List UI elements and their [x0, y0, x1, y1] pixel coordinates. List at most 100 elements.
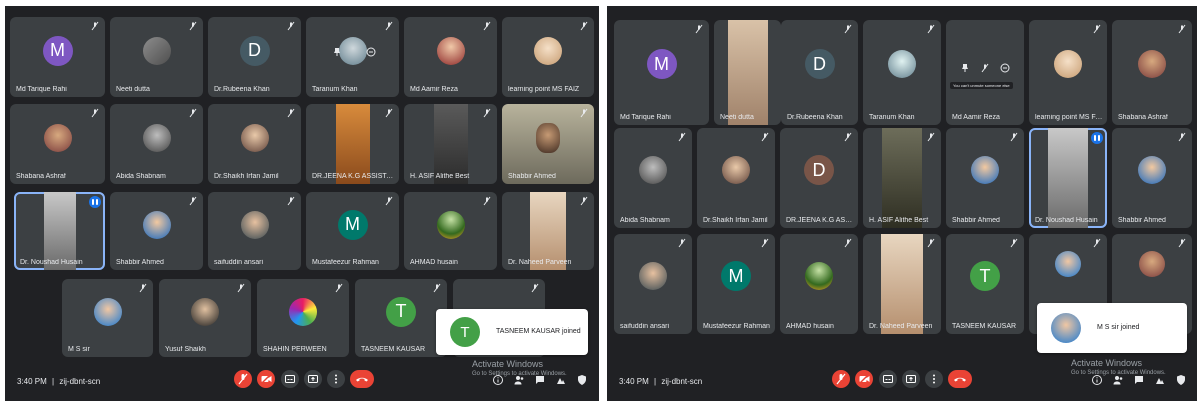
participant-video	[882, 128, 922, 228]
participant-tile[interactable]: Abida Shabnam	[614, 128, 692, 228]
participant-tile[interactable]: M Mustafeezur Rahman	[697, 234, 775, 334]
mic-toggle-button[interactable]	[832, 370, 850, 388]
participant-tile[interactable]: AHMAD husain	[780, 234, 858, 334]
more-options-button[interactable]	[925, 370, 943, 388]
participant-tile[interactable]: Neeti dutta	[110, 17, 203, 97]
participant-name: H. ASIF Alithe Best	[869, 217, 929, 224]
participant-tile[interactable]: M Md Tarique Rahi	[614, 20, 709, 125]
avatar	[240, 210, 269, 239]
participant-tile[interactable]: Shabbir Ahmed	[502, 104, 594, 184]
mute-icon[interactable]	[980, 63, 990, 73]
participant-tile[interactable]: Md Aamir Reza	[404, 17, 497, 97]
host-controls-icon[interactable]	[576, 374, 588, 386]
participant-tile[interactable]: M Mustafeezur Rahman	[306, 192, 399, 270]
participant-tile[interactable]: Shabbir Ahmed	[1112, 128, 1192, 228]
participant-tile[interactable]: Dr. Naheed Parveen	[863, 234, 941, 334]
mic-off-icon	[189, 196, 197, 206]
participant-tile[interactable]: learning point MS FAIZ	[1029, 20, 1107, 125]
participant-tile[interactable]: saifuddin ansari	[614, 234, 692, 334]
participant-tile[interactable]: D Dr.Rubeena Khan	[208, 17, 301, 97]
leave-call-button[interactable]	[948, 370, 972, 388]
mic-toggle-button[interactable]	[234, 370, 252, 388]
participant-name: Neeti dutta	[720, 114, 754, 121]
participant-tile[interactable]: T TASNEEM KAUSAR	[946, 234, 1024, 334]
activities-icon[interactable]	[555, 374, 567, 386]
participant-tile[interactable]: D Dr.Rubeena Khan	[781, 20, 858, 125]
participant-tile[interactable]: Shabana Ashraf	[10, 104, 105, 184]
info-icon[interactable]	[1091, 374, 1103, 386]
participant-tile[interactable]: Dr. Noushad Husain	[14, 192, 105, 270]
more-options-button[interactable]	[327, 370, 345, 388]
people-icon[interactable]	[1112, 374, 1124, 386]
mic-off-icon	[580, 196, 588, 206]
activities-icon[interactable]	[1154, 374, 1166, 386]
avatar	[436, 210, 465, 239]
mic-off-icon	[1010, 132, 1018, 142]
participant-tile[interactable]: learning point MS FAIZ	[502, 17, 594, 97]
participant-tile[interactable]: You can't unmute someone else Md Aamir R…	[946, 20, 1024, 125]
participant-tile[interactable]: SHAHIN PERWEEN	[257, 279, 349, 357]
participant-tile[interactable]: Shabbir Ahmed	[946, 128, 1024, 228]
participant-tile[interactable]: AHMAD husain	[404, 192, 497, 270]
meeting-info: 3:40 PM | zij-dbnt-scn	[619, 377, 702, 386]
participant-tile[interactable]: D DR.JEENA K.G ASSIST...	[780, 128, 858, 228]
participant-name: saifuddin ansari	[214, 259, 264, 266]
captions-icon	[883, 375, 893, 383]
participant-name: Dr. Noushad Husain	[20, 259, 83, 266]
notification-text: TASNEEM KAUSAR joined	[496, 328, 581, 335]
participant-tile[interactable]: Abida Shabnam	[110, 104, 203, 184]
host-controls-icon[interactable]	[1175, 374, 1187, 386]
captions-button[interactable]	[879, 370, 897, 388]
participant-name: saifuddin ansari	[620, 323, 670, 330]
leave-call-button[interactable]	[350, 370, 374, 388]
participant-name: Shabana Ashraf	[16, 173, 66, 180]
avatar: M	[42, 35, 73, 66]
pin-icon[interactable]	[332, 47, 342, 57]
more-options-icon	[933, 374, 935, 384]
participant-tile[interactable]: Dr.Shaikh Irfan Jamil	[697, 128, 775, 228]
participant-tile[interactable]: Shabana Ashraf	[1112, 20, 1192, 125]
participant-tile[interactable]: Shabbir Ahmed	[110, 192, 203, 270]
avatar	[191, 297, 219, 326]
participant-tile[interactable]: Dr. Noushad Husain	[1029, 128, 1107, 228]
avatar	[142, 210, 171, 239]
camera-off-icon	[260, 373, 272, 385]
avatar	[1138, 50, 1166, 79]
participant-tile[interactable]: Dr.Shaikh Irfan Jamil	[208, 104, 301, 184]
participant-tile[interactable]: M S sir	[62, 279, 153, 357]
camera-toggle-button[interactable]	[855, 370, 873, 388]
captions-button[interactable]	[281, 370, 299, 388]
mic-off-icon	[927, 132, 935, 142]
participant-tile[interactable]: Yusuf Shaikh	[159, 279, 251, 357]
participant-tile[interactable]: Neeti dutta	[714, 20, 781, 125]
remove-icon[interactable]	[366, 47, 376, 57]
avatar: T	[970, 261, 1000, 291]
participant-tile[interactable]: T TASNEEM KAUSAR	[355, 279, 447, 357]
chat-icon[interactable]	[1133, 374, 1145, 386]
hang-up-icon	[356, 377, 368, 382]
chat-icon[interactable]	[534, 374, 546, 386]
participant-tile[interactable]: Taranum Khan	[863, 20, 941, 125]
mic-off-icon	[91, 108, 99, 118]
people-icon[interactable]	[513, 374, 525, 386]
participant-name: TASNEEM KAUSAR	[361, 346, 426, 353]
participant-tile[interactable]: H. ASIF Alithe Best	[863, 128, 941, 228]
participant-name: Md Aamir Reza	[410, 86, 458, 93]
participant-tile[interactable]: M Md Tarique Rahi	[10, 17, 105, 97]
present-button[interactable]	[304, 370, 322, 388]
participant-tile[interactable]: Taranum Khan	[306, 17, 399, 97]
mic-off-icon	[238, 373, 248, 385]
info-icon[interactable]	[492, 374, 504, 386]
pin-icon[interactable]	[960, 63, 970, 73]
participant-tile[interactable]: Dr. Naheed Parveen	[502, 192, 594, 270]
participant-tile[interactable]: saifuddin ansari	[208, 192, 301, 270]
present-button[interactable]	[902, 370, 920, 388]
remove-icon[interactable]	[1000, 63, 1010, 73]
more-options-icon	[335, 374, 337, 384]
camera-toggle-button[interactable]	[257, 370, 275, 388]
participant-tile[interactable]: DR.JEENA K.G ASSISTAN...	[306, 104, 399, 184]
participant-name: Dr.Rubeena Khan	[787, 114, 843, 121]
participant-tile[interactable]: H. ASIF Alithe Best	[404, 104, 497, 184]
mic-off-icon	[580, 108, 588, 118]
participant-name: Dr.Rubeena Khan	[214, 86, 270, 93]
